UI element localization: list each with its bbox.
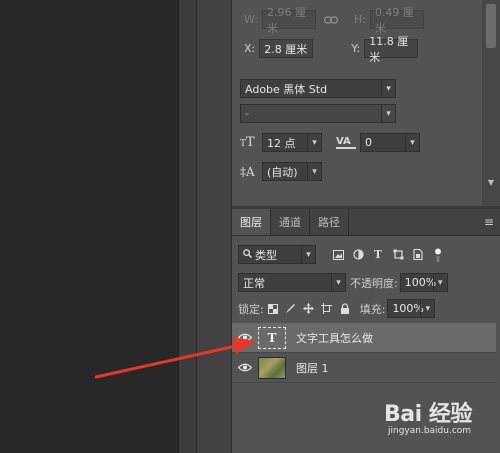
- visibility-eye-icon[interactable]: [232, 363, 258, 372]
- search-icon: [243, 248, 253, 261]
- text-layer-thumbnail-icon: T: [258, 326, 286, 349]
- font-family-row: Adobe 黑体 Std ▾: [240, 79, 396, 98]
- lock-transparency-icon[interactable]: [264, 300, 282, 318]
- chevron-down-icon: ▾: [307, 134, 321, 151]
- opacity-value: 100%: [404, 276, 437, 289]
- fill-field[interactable]: 100% ▾: [387, 299, 436, 318]
- canvas-area[interactable]: [0, 0, 178, 453]
- layers-panel-tabs: 图层 通道 路径 ≡: [232, 209, 500, 236]
- chevron-down-icon: ▾: [307, 163, 321, 180]
- font-style-row: - ▾: [240, 104, 396, 123]
- visibility-eye-icon[interactable]: [232, 333, 258, 342]
- tab-paths[interactable]: 路径: [310, 209, 349, 235]
- chevron-down-icon: ▾: [331, 274, 345, 291]
- tab-channels[interactable]: 通道: [271, 209, 310, 235]
- lock-fill-row: 锁定: 填充: 100% ▾: [238, 299, 436, 318]
- panel-menu-icon[interactable]: ≡: [478, 209, 500, 235]
- properties-panel: W: 2.96 厘米 H: 0.49 厘米 X: 2.8 厘米 Y: 11.8 …: [232, 0, 500, 206]
- font-family-dropdown[interactable]: Adobe 黑体 Std ▾: [240, 79, 396, 98]
- chevron-down-icon: ▾: [405, 134, 419, 151]
- tab-layers[interactable]: 图层: [232, 209, 271, 235]
- w-label: W:: [244, 13, 258, 26]
- scrollbar-thumb[interactable]: [486, 4, 496, 48]
- h-label: H:: [353, 13, 366, 26]
- lock-all-icon[interactable]: [336, 300, 354, 318]
- baidu-jingyan-watermark: Bai 经验 jingyan.baidu.com: [384, 396, 496, 448]
- wh-row: W: 2.96 厘米 H: 0.49 厘米: [244, 6, 424, 35]
- link-icon[interactable]: [323, 15, 340, 24]
- image-layer-thumbnail: [258, 356, 286, 379]
- filter-type-value: 类型: [255, 248, 277, 262]
- font-size-dropdown[interactable]: 12 点 ▾: [262, 133, 322, 152]
- x-label: X:: [244, 42, 256, 55]
- chevron-down-icon: ▾: [381, 105, 395, 122]
- layer-row-text[interactable]: T 文字工具怎么做: [232, 323, 496, 353]
- tracking-value: 0: [365, 136, 372, 149]
- watermark-url: jingyan.baidu.com: [388, 426, 472, 436]
- type-filter-icon[interactable]: T: [368, 246, 388, 264]
- leading-dropdown[interactable]: (自动) ▾: [262, 162, 322, 181]
- font-size-value: 12 点: [267, 136, 296, 150]
- chevron-down-icon: ▾: [381, 80, 395, 97]
- xy-row: X: 2.8 厘米 Y: 11.8 厘米: [244, 35, 419, 64]
- watermark-logo-text: Bai 经验: [384, 402, 472, 427]
- leading-value: (自动): [267, 165, 298, 179]
- x-field[interactable]: 2.8 厘米: [259, 39, 314, 58]
- fill-label: 填充:: [359, 302, 386, 316]
- properties-scrollbar[interactable]: ▼: [482, 0, 500, 206]
- lock-position-icon[interactable]: [300, 300, 318, 318]
- font-family-value: Adobe 黑体 Std: [245, 82, 328, 96]
- tracking-dropdown[interactable]: 0 ▾: [360, 133, 420, 152]
- leading-icon: ‡A: [240, 164, 255, 179]
- opacity-label: 不透明度:: [350, 276, 398, 290]
- blend-opacity-row: 正常 ▾ 不透明度: 100% ▾: [238, 273, 448, 292]
- panel-dock-gutter: [196, 0, 232, 453]
- lock-pixels-icon[interactable]: [282, 300, 300, 318]
- adjustment-filter-icon[interactable]: [348, 246, 368, 264]
- w-field[interactable]: 2.96 厘米: [261, 6, 316, 35]
- layer-row-image[interactable]: 图层 1: [232, 353, 496, 383]
- smart-object-filter-icon[interactable]: [408, 246, 428, 264]
- filter-toggle-icon[interactable]: [428, 246, 448, 264]
- y-field[interactable]: 11.8 厘米: [364, 35, 419, 64]
- tracking-icon: VA: [336, 136, 356, 149]
- chevron-down-icon: ▾: [420, 300, 434, 317]
- blend-mode-dropdown[interactable]: 正常 ▾: [238, 273, 346, 292]
- vertical-divider-strip: [178, 0, 196, 453]
- blend-mode-value: 正常: [243, 276, 265, 290]
- y-label: Y:: [351, 42, 361, 55]
- chevron-down-icon: ▾: [432, 274, 447, 291]
- leading-row: ‡A (自动) ▾: [240, 162, 322, 181]
- font-style-dropdown[interactable]: - ▾: [240, 104, 396, 123]
- shape-filter-icon[interactable]: [388, 246, 408, 264]
- font-style-value: -: [245, 107, 249, 120]
- filter-type-dropdown[interactable]: 类型 ▾: [238, 245, 316, 264]
- font-size-icon: TT: [240, 135, 255, 150]
- layer-name[interactable]: 图层 1: [296, 360, 329, 376]
- lock-artboard-icon[interactable]: [318, 300, 336, 318]
- fill-value: 100%: [392, 302, 424, 315]
- opacity-field[interactable]: 100% ▾: [399, 273, 448, 292]
- layer-filter-row: 类型 ▾ T: [238, 245, 448, 264]
- image-filter-icon[interactable]: [328, 246, 348, 264]
- filter-icons: T: [328, 246, 448, 264]
- size-tracking-row: TT 12 点 ▾ VA 0 ▾: [240, 133, 420, 152]
- h-field[interactable]: 0.49 厘米: [369, 6, 424, 35]
- chevron-down-icon: ▾: [301, 246, 315, 263]
- layer-name[interactable]: 文字工具怎么做: [296, 330, 373, 346]
- right-panel-dock: W: 2.96 厘米 H: 0.49 厘米 X: 2.8 厘米 Y: 11.8 …: [232, 0, 500, 453]
- lock-label: 锁定:: [238, 302, 264, 316]
- scroll-down-icon[interactable]: ▼: [485, 178, 497, 190]
